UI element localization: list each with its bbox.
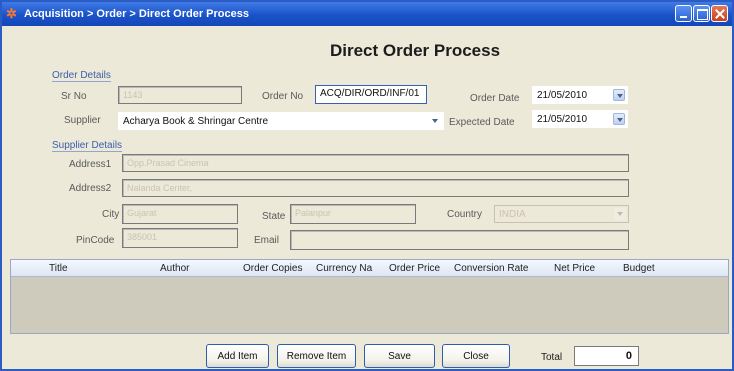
window-title: Acquisition > Order > Direct Order Proce…: [24, 8, 249, 20]
add-item-button[interactable]: Add Item: [206, 344, 269, 368]
grid-header: Title Author Order Copies Currency Na Or…: [11, 260, 728, 277]
city-label: City: [102, 209, 120, 220]
close-icon[interactable]: [711, 5, 728, 22]
order-window: ✲ Acquisition > Order > Direct Order Pro…: [0, 0, 734, 371]
column-author[interactable]: Author: [160, 263, 189, 274]
gear-sparkle-icon: ✲: [6, 6, 17, 21]
expected-date-picker[interactable]: 21/05/2010: [532, 110, 628, 128]
maximize-icon[interactable]: [693, 5, 710, 22]
pincode-label: PinCode: [76, 235, 115, 246]
order-date-picker[interactable]: 21/05/2010: [532, 86, 628, 104]
chevron-down-icon[interactable]: [613, 89, 625, 101]
country-label: Country: [447, 209, 483, 220]
supplier-details-legend: Supplier Details: [52, 140, 123, 152]
state-field[interactable]: Palanpur: [290, 204, 416, 224]
minimize-icon[interactable]: [675, 5, 692, 22]
order-date-label: Order Date: [470, 93, 520, 104]
address2-field[interactable]: Nalanda Center,: [122, 179, 629, 197]
country-dropdown[interactable]: INDIA: [494, 205, 629, 223]
page-title: Direct Order Process: [329, 41, 501, 60]
state-label: State: [262, 211, 286, 222]
email-field[interactable]: [290, 230, 629, 250]
address2-label: Address2: [69, 183, 112, 194]
address1-field[interactable]: Opp.Prasad Cinema: [122, 154, 629, 172]
order-no-label: Order No: [262, 91, 304, 102]
sr-no-field: 1143: [118, 86, 242, 104]
address1-label: Address1: [69, 159, 112, 170]
chevron-down-icon[interactable]: [614, 208, 626, 220]
order-items-grid[interactable]: Title Author Order Copies Currency Na Or…: [10, 259, 729, 334]
order-no-field[interactable]: ACQ/DIR/ORD/INF/01: [315, 85, 427, 104]
column-conversion-rate[interactable]: Conversion Rate: [454, 263, 528, 274]
supplier-value: Acharya Book & Shringar Centre: [123, 116, 269, 127]
chevron-down-icon[interactable]: [429, 115, 441, 127]
remove-item-button[interactable]: Remove Item: [277, 344, 356, 368]
sr-no-label: Sr No: [61, 91, 87, 102]
supplier-dropdown[interactable]: Acharya Book & Shringar Centre: [118, 112, 444, 130]
expected-date-value: 21/05/2010: [537, 114, 588, 125]
column-order-copies[interactable]: Order Copies: [243, 263, 302, 274]
column-budget[interactable]: Budget: [623, 263, 655, 274]
chevron-down-icon[interactable]: [613, 113, 625, 125]
supplier-label: Supplier: [64, 115, 101, 126]
column-net-price[interactable]: Net Price: [554, 263, 595, 274]
country-value: INDIA: [499, 209, 526, 220]
column-order-price[interactable]: Order Price: [389, 263, 440, 274]
email-label: Email: [254, 235, 280, 246]
save-button[interactable]: Save: [364, 344, 435, 368]
pincode-field[interactable]: 385001: [122, 228, 238, 248]
order-details-legend: Order Details: [52, 70, 111, 82]
column-currency-name[interactable]: Currency Na: [316, 263, 372, 274]
close-button[interactable]: Close: [442, 344, 510, 368]
title-bar[interactable]: ✲ Acquisition > Order > Direct Order Pro…: [2, 2, 732, 26]
total-label: Total: [541, 352, 563, 363]
city-field[interactable]: Gujarat: [122, 204, 238, 224]
order-date-value: 21/05/2010: [537, 90, 588, 101]
total-value: 0: [574, 346, 639, 366]
column-title[interactable]: Title: [49, 263, 68, 274]
expected-date-label: Expected Date: [449, 117, 515, 128]
